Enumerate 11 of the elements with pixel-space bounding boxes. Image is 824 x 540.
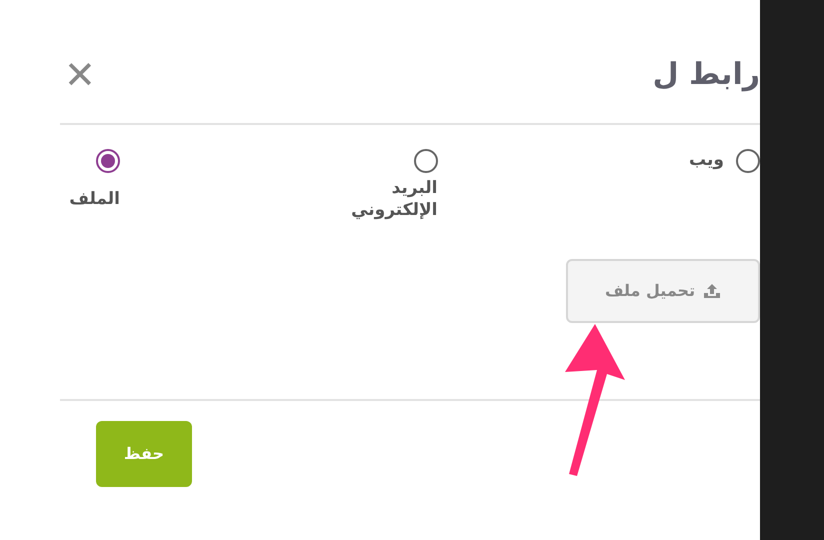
radio-label: ويب <box>689 149 724 171</box>
save-button[interactable]: حفظ <box>96 421 192 487</box>
radio-label: البريد الإلكتروني <box>350 177 438 221</box>
upload-button[interactable]: تحميل ملف <box>566 259 760 323</box>
radio-button[interactable] <box>96 149 120 173</box>
radio-label: الملف <box>69 188 120 210</box>
radio-button[interactable] <box>414 149 438 173</box>
dialog-title: رابط ل <box>652 56 760 94</box>
radio-button[interactable] <box>736 149 760 173</box>
upload-icon <box>703 283 722 299</box>
close-button[interactable]: ✕ <box>60 56 100 94</box>
